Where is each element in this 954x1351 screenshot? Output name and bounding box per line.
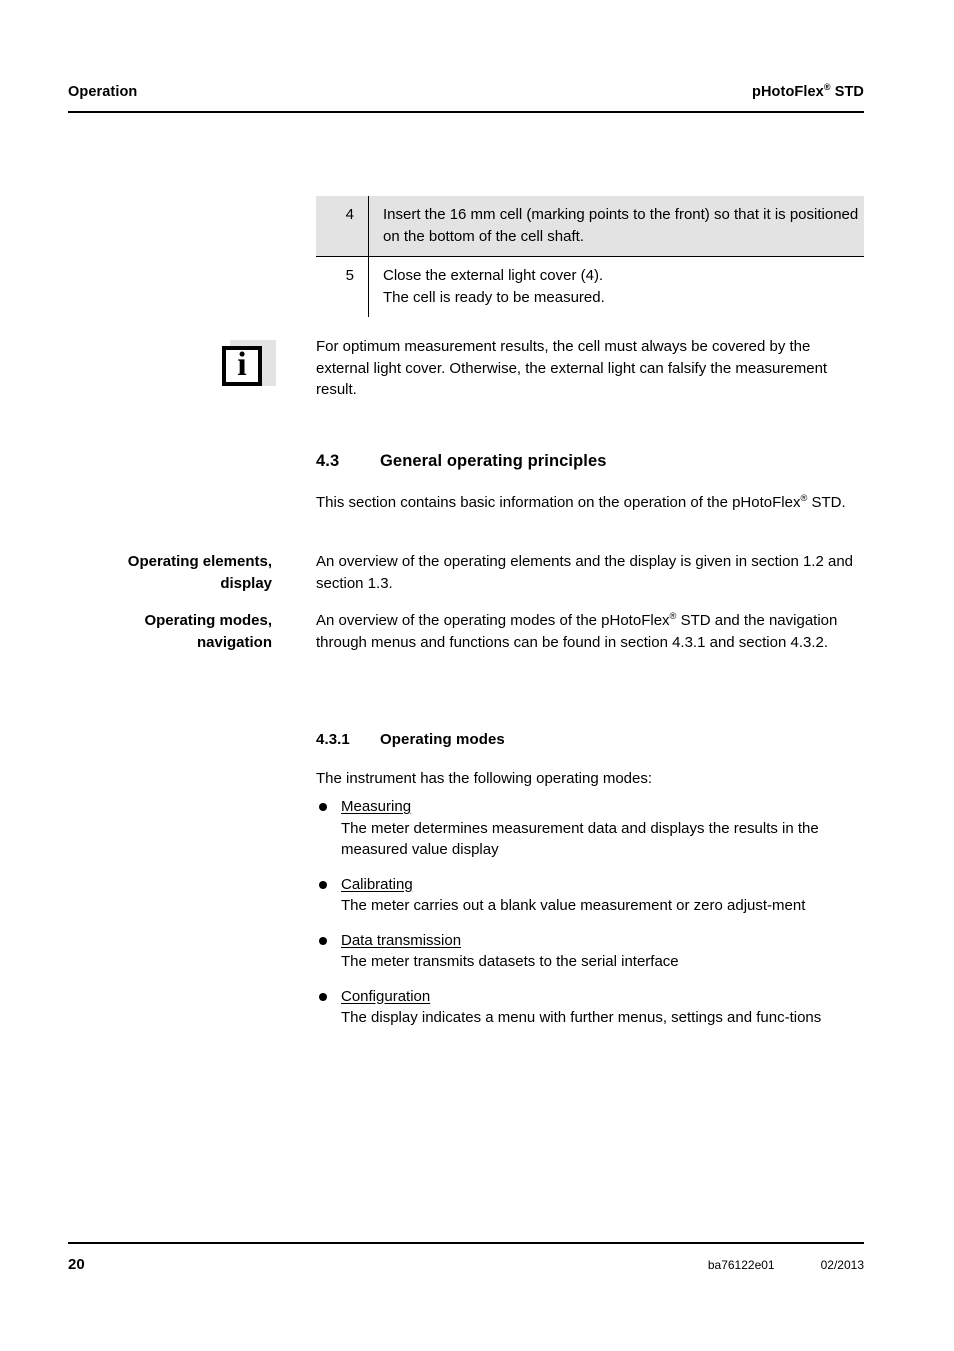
page-header: Operation pHotoFlex® STD <box>68 82 864 100</box>
list-item-description: The meter carries out a blank value meas… <box>341 897 806 914</box>
information-icon: i <box>222 340 278 394</box>
subsection-title: Operating modes <box>380 731 505 748</box>
header-product-name: pHotoFlex <box>752 84 824 100</box>
list-item-description: The display indicates a menu with furthe… <box>341 1009 822 1026</box>
section-title: General operating principles <box>380 452 607 470</box>
footer-meta: ba76122e01 02/2013 <box>708 1258 864 1272</box>
section-intro-part1: This section contains basic information … <box>316 494 801 511</box>
section-number: 4.3 <box>316 452 340 470</box>
bullet-dot-icon <box>319 992 327 1001</box>
section-intro-paragraph: This section contains basic information … <box>316 492 868 514</box>
marginal-block-operating-modes: Operating modes, navigation An overview … <box>68 610 868 653</box>
header-product-suffix: STD <box>830 84 864 100</box>
subsection-intro-paragraph: The instrument has the following operati… <box>316 770 653 787</box>
list-item: Calibrating The meter carries out a blan… <box>316 874 872 917</box>
marginal-label: Operating elements, display <box>68 551 272 594</box>
marginal-block-operating-elements: Operating elements, display An overview … <box>68 551 868 594</box>
list-item-description: The meter determines measurement data an… <box>341 819 819 859</box>
list-item-title: Configuration <box>341 987 431 1005</box>
page-number: 20 <box>68 1256 85 1273</box>
marginal-label-line-1: Operating modes, <box>144 612 272 629</box>
step-number: 4 <box>316 196 369 257</box>
step-description: Close the external light cover (4). The … <box>368 256 864 317</box>
registered-trademark-icon: ® <box>823 82 831 93</box>
subsection-number: 4.3.1 <box>316 731 350 748</box>
header-divider <box>68 111 864 113</box>
list-item: Configuration The display indicates a me… <box>316 986 872 1029</box>
information-icon-glyph: i <box>222 346 262 386</box>
list-item-title: Data transmission <box>341 931 462 949</box>
marginal-label-line-2: navigation <box>196 633 272 651</box>
bullet-dot-icon <box>319 880 327 889</box>
document-date: 02/2013 <box>820 1258 864 1272</box>
list-item-title: Calibrating <box>341 875 413 893</box>
section-intro-part2: STD. <box>807 494 846 511</box>
footer-divider <box>68 1242 864 1244</box>
step-description: Insert the 16 mm cell (marking points to… <box>368 196 864 257</box>
note-text: For optimum measurement results, the cel… <box>316 338 828 398</box>
bullet-dot-icon <box>319 936 327 945</box>
table-row: 5 Close the external light cover (4). Th… <box>316 256 864 317</box>
list-item: Data transmission The meter transmits da… <box>316 930 872 973</box>
header-section-title: Operation <box>68 84 138 100</box>
marginal-text: An overview of the operating elements an… <box>316 553 853 592</box>
document-number: ba76122e01 <box>707 1258 775 1272</box>
marginal-label-line-1: Operating elements, <box>127 553 272 570</box>
list-item-title: Measuring <box>341 798 412 815</box>
step-description-line-2: The cell is ready to be measured. <box>383 288 605 306</box>
step-description-line-1: Close the external light cover (4). <box>383 267 604 284</box>
document-page: Operation pHotoFlex® STD 4 Insert the 16… <box>0 0 954 1351</box>
section-heading-4-3-1: 4.3.1 Operating modes <box>316 731 505 748</box>
section-heading-4-3: 4.3 General operating principles <box>316 452 607 471</box>
procedure-step-table: 4 Insert the 16 mm cell (marking points … <box>316 196 864 317</box>
header-product-title: pHotoFlex® STD <box>752 82 864 100</box>
step-number: 5 <box>316 256 369 317</box>
marginal-text-part1: An overview of the operating modes of th… <box>316 612 670 629</box>
table-row: 4 Insert the 16 mm cell (marking points … <box>316 196 864 257</box>
marginal-label: Operating modes, navigation <box>68 610 272 653</box>
bullet-dot-icon <box>319 803 327 811</box>
list-item: Measuring The meter determines measureme… <box>316 796 872 861</box>
note-block: i For optimum measurement results, the c… <box>222 336 864 401</box>
page-footer: 20 ba76122e01 02/2013 <box>68 1256 864 1273</box>
operating-modes-list: Measuring The meter determines measureme… <box>316 796 872 1029</box>
marginal-text: An overview of the operating modes of th… <box>316 610 868 653</box>
marginal-label-line-2: display <box>220 574 272 592</box>
list-item-description: The meter transmits datasets to the seri… <box>341 953 679 970</box>
